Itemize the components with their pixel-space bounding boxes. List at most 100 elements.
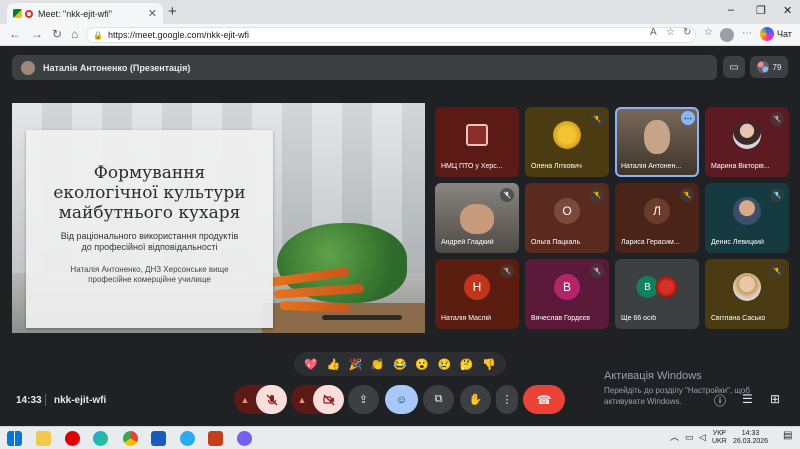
tab-close-icon[interactable]: ✕ [148,7,157,20]
layout-button[interactable]: ▭ [723,56,745,78]
language-layout: UKR [712,438,727,445]
info-icon[interactable]: ⓘ [714,392,726,409]
reaction-thumbs-up[interactable]: 👍 [326,358,340,371]
participant-tile[interactable]: Л Лариса Герасим... [615,183,699,253]
participant-tile[interactable]: Андрей Гладкий [435,183,519,253]
reaction-surprised[interactable]: 😮 [415,358,429,371]
leave-call-button[interactable]: ☎ [523,385,565,414]
mic-muted-icon [590,188,604,202]
participant-tile[interactable]: Н Наталія Маслій [435,259,519,329]
tile-options-icon[interactable]: ⋯ [681,111,695,125]
participant-name: Лариса Герасим... [621,239,680,246]
participant-count: 79 [772,62,782,72]
network-icon[interactable]: ▭ [685,433,694,442]
favorites-icon[interactable]: ☆ [704,27,713,38]
participant-tile[interactable]: О Ольга Пацкаль [525,183,609,253]
hand-icon: ✋ [468,394,483,406]
mic-off-icon [266,394,277,405]
more-participants-tile[interactable]: В Ще 66 осіб [615,259,699,329]
presentation-banner: Наталія Антоненко (Презентація) [12,55,717,80]
viber-icon[interactable] [237,431,252,446]
powerpoint-icon[interactable] [208,431,223,446]
notifications-icon[interactable]: ▤ [783,431,792,441]
back-icon[interactable]: ← [9,27,21,41]
participant-tile[interactable]: Олена Літкович [525,107,609,177]
word-icon[interactable] [151,431,166,446]
participants-button[interactable]: 79 [750,56,788,78]
raise-hand-button[interactable]: ✋ [460,385,491,414]
opera-icon[interactable] [65,431,80,446]
read-aloud-icon[interactable]: A [650,27,657,38]
participant-avatar [655,276,678,298]
activities-icon[interactable]: ⊞ [770,392,780,406]
refresh-page-icon[interactable]: ↻ [683,27,691,38]
participant-name: Денис Левицкий [711,239,764,246]
tray-chevron-icon[interactable]: ︿ [670,433,679,442]
tab-title: Meet: "nkk-ejit-wfi" [38,8,112,19]
url-field[interactable]: 🔒 https://meet.google.com/nkk-ejit-wfi [86,27,696,43]
clock-date: 26.03.2026 [733,438,769,445]
present-screen-button[interactable]: ⇪ [348,385,379,414]
participant-tile-active[interactable]: ⋯ Наталія Антонен... [615,107,699,177]
new-tab-button[interactable]: + [168,3,177,21]
browser-tab-meet[interactable]: Meet: "nkk-ejit-wfi" ✕ [7,3,163,24]
copilot-button[interactable]: Чат [760,27,792,41]
reaction-clapping[interactable]: 👏 [371,358,385,371]
org-logo-icon [466,124,488,146]
reaction-sparkling-heart[interactable]: 💖 [304,358,318,371]
file-explorer-icon[interactable] [36,431,51,446]
maximize-button[interactable]: ❐ [756,4,766,17]
presenter-avatar [21,60,35,75]
screen: Meet: "nkk-ejit-wfi" ✕ + – ❐ ✕ ← → ↻ ⌂ 🔒… [0,0,800,449]
slide-author: Наталія Антоненко, ДНЗ Херсонське вище п… [26,265,273,285]
mic-options-chevron-icon[interactable]: ▲ [234,395,256,405]
start-icon[interactable] [7,431,22,446]
participant-tile[interactable]: В Вячеслав Гордєєв [525,259,609,329]
more-options-button[interactable]: ⋮ [496,385,518,414]
participant-avatar [553,121,581,149]
participant-tile[interactable]: Світлана Сасько [705,259,789,329]
forward-icon[interactable]: → [31,27,43,41]
favorite-star-icon[interactable]: ☆ [666,27,675,38]
home-icon[interactable]: ⌂ [71,27,78,41]
knife-image [322,315,402,320]
language-indicator[interactable]: УКР UKR [712,430,727,446]
profile-avatar[interactable] [720,28,734,42]
chrome-icon[interactable] [123,431,138,446]
slide-author-line: Наталія Антоненко, ДНЗ Херсонське вище [70,265,229,274]
slide-title-line: майбутнього кухаря [58,203,241,223]
participant-tile[interactable]: Марина Вікторів... [705,107,789,177]
captions-button[interactable]: ⧉ [423,385,454,414]
mic-toggle-button[interactable] [256,385,287,414]
participant-initial: В [554,274,580,300]
participant-name: Марина Вікторів... [711,163,770,170]
mic-muted-icon [770,112,784,126]
camera-toggle-button[interactable] [313,385,344,414]
chat-icon[interactable]: ☰ [742,392,753,406]
layout-icon: ▭ [729,61,739,73]
slide-title-line: Формування [93,163,206,183]
close-window-button[interactable]: ✕ [783,4,792,17]
slide-subtitle-line: Від раціонального використання продуктів [60,231,239,241]
minimize-button[interactable]: – [728,4,734,16]
recording-icon [25,9,33,18]
edge-icon[interactable] [93,431,108,446]
clock[interactable]: 14:33 26.03.2026 [733,430,768,446]
mic-muted-icon [680,188,694,202]
reaction-thumbs-down[interactable]: 👎 [482,358,496,371]
camera-options-chevron-icon[interactable]: ▲ [291,395,313,405]
reaction-party-popper[interactable]: 🎉 [349,358,363,371]
meeting-code: nkk-ejit-wfi [54,395,107,406]
reload-icon[interactable]: ↻ [52,27,62,41]
telegram-icon[interactable] [180,431,195,446]
reaction-joy[interactable]: 😂 [393,358,407,371]
participants-avatars-icon [756,61,769,73]
reactions-button[interactable]: ☺ [385,385,418,414]
reaction-sad[interactable]: 😢 [438,358,452,371]
participant-tile[interactable]: НМЦ ПТО у Херс... [435,107,519,177]
more-menu-icon[interactable]: ⋯ [742,28,752,39]
reaction-thinking[interactable]: 🤔 [460,358,474,371]
participant-tile[interactable]: Денис Левицкий [705,183,789,253]
volume-icon[interactable]: ◁ [699,433,706,442]
meet-area: Наталія Антоненко (Презентація) ▭ 79 Фор… [0,46,800,426]
